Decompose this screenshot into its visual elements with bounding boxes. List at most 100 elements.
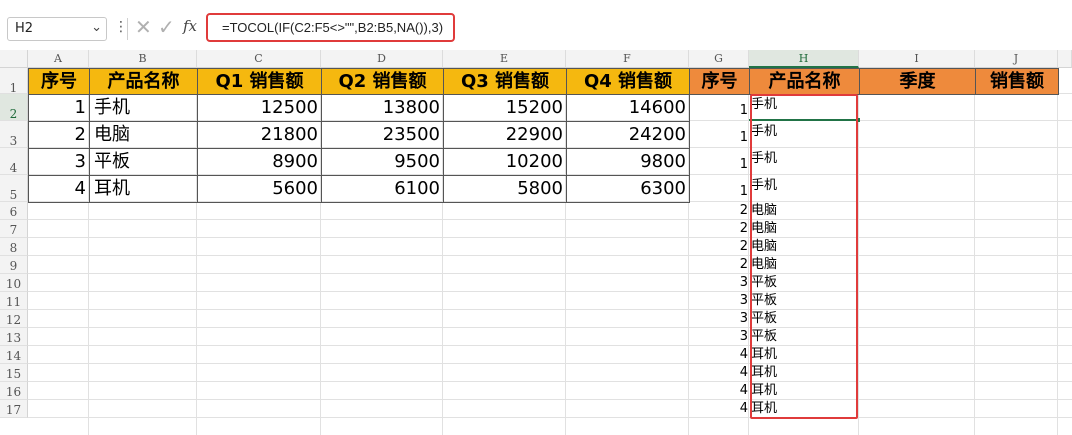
result-header-cell: 产品名称 — [749, 68, 860, 95]
result-cell-id[interactable]: 1 — [689, 175, 750, 203]
name-box[interactable]: H2 ⌄ — [7, 17, 107, 41]
source-cell-q2[interactable]: 23500 — [321, 121, 444, 149]
row-header-16[interactable]: 16 — [0, 382, 28, 400]
source-header-cell: Q4 销售额 — [566, 68, 690, 95]
vertical-dots-icon[interactable]: ⋮ — [114, 19, 128, 35]
source-cell-q2[interactable]: 6100 — [321, 175, 444, 203]
result-cell-id[interactable]: 2 — [689, 202, 750, 221]
result-cell-id[interactable]: 1 — [689, 148, 750, 176]
gridline-vertical — [974, 68, 975, 435]
source-cell-q4[interactable]: 9800 — [566, 148, 690, 176]
source-cell-q1[interactable]: 5600 — [197, 175, 322, 203]
column-header-d[interactable]: D — [321, 50, 443, 68]
column-header-filler — [1058, 50, 1072, 68]
source-header-cell: Q1 销售额 — [197, 68, 322, 95]
formula-input[interactable]: =TOCOL(IF(C2:F5<>"",B2:B5,NA()),3) — [206, 13, 455, 42]
result-cell-id[interactable]: 4 — [689, 382, 750, 401]
column-header-i[interactable]: I — [859, 50, 975, 68]
insert-function-icon[interactable]: fx — [183, 17, 197, 35]
row-header-9[interactable]: 9 — [0, 256, 28, 274]
result-cell-id[interactable]: 4 — [689, 346, 750, 365]
result-cell-id[interactable]: 1 — [689, 94, 750, 122]
source-cell-q1[interactable]: 21800 — [197, 121, 322, 149]
result-header-cell: 销售额 — [975, 68, 1059, 95]
gridline-horizontal — [28, 273, 1072, 274]
source-cell-q4[interactable]: 6300 — [566, 175, 690, 203]
source-cell-q3[interactable]: 15200 — [443, 94, 567, 122]
row-header-2[interactable]: 2 — [0, 94, 28, 121]
source-cell-name[interactable]: 手机 — [89, 94, 198, 122]
column-header-f[interactable]: F — [566, 50, 689, 68]
row-header-17[interactable]: 17 — [0, 400, 28, 418]
column-header-a[interactable]: A — [28, 50, 89, 68]
gridline-horizontal — [28, 363, 1072, 364]
formula-bar-divider — [127, 18, 128, 40]
source-cell-q3[interactable]: 10200 — [443, 148, 567, 176]
result-cell-id[interactable]: 2 — [689, 220, 750, 239]
row-header-4[interactable]: 4 — [0, 148, 28, 175]
row-header-10[interactable]: 10 — [0, 274, 28, 292]
row-header-8[interactable]: 8 — [0, 238, 28, 256]
result-cell-id[interactable]: 2 — [689, 238, 750, 257]
result-cell-id[interactable]: 1 — [689, 121, 750, 149]
source-header-cell: Q2 销售额 — [321, 68, 444, 95]
gridline-horizontal — [28, 309, 1072, 310]
cancel-icon[interactable]: ✕ — [135, 15, 152, 39]
row-header-7[interactable]: 7 — [0, 220, 28, 238]
row-header-1[interactable]: 1 — [0, 68, 28, 95]
column-header-h[interactable]: H — [749, 50, 859, 68]
source-cell-name[interactable]: 平板 — [89, 148, 198, 176]
result-cell-id[interactable]: 4 — [689, 400, 750, 419]
row-header-6[interactable]: 6 — [0, 202, 28, 220]
source-cell-q1[interactable]: 8900 — [197, 148, 322, 176]
source-cell-id[interactable]: 1 — [28, 94, 90, 122]
source-cell-id[interactable]: 3 — [28, 148, 90, 176]
result-cell-id[interactable]: 2 — [689, 256, 750, 275]
row-header-3[interactable]: 3 — [0, 121, 28, 148]
source-cell-q3[interactable]: 22900 — [443, 121, 567, 149]
gridline-horizontal — [28, 237, 1072, 238]
row-header-11[interactable]: 11 — [0, 292, 28, 310]
select-all-corner[interactable] — [0, 50, 28, 68]
result-cell-id[interactable]: 3 — [689, 328, 750, 347]
row-header-14[interactable]: 14 — [0, 346, 28, 364]
result-header-cell: 季度 — [859, 68, 976, 95]
result-cell-id[interactable]: 3 — [689, 292, 750, 311]
chevron-down-icon[interactable]: ⌄ — [91, 20, 102, 35]
source-cell-q4[interactable]: 24200 — [566, 121, 690, 149]
column-header-e[interactable]: E — [443, 50, 566, 68]
source-cell-q3[interactable]: 5800 — [443, 175, 567, 203]
gridline-horizontal — [28, 291, 1072, 292]
row-header-13[interactable]: 13 — [0, 328, 28, 346]
gridline-horizontal — [28, 255, 1072, 256]
column-header-c[interactable]: C — [197, 50, 321, 68]
source-cell-q2[interactable]: 9500 — [321, 148, 444, 176]
formula-text: =TOCOL(IF(C2:F5<>"",B2:B5,NA()),3) — [222, 20, 444, 35]
row-header-12[interactable]: 12 — [0, 310, 28, 328]
column-header-g[interactable]: G — [689, 50, 749, 68]
check-icon[interactable]: ✓ — [158, 15, 175, 39]
source-cell-q4[interactable]: 14600 — [566, 94, 690, 122]
source-header-cell: Q3 销售额 — [443, 68, 567, 95]
gridline-vertical — [1057, 68, 1058, 435]
column-header-b[interactable]: B — [89, 50, 197, 68]
gridline-horizontal — [28, 327, 1072, 328]
source-cell-name[interactable]: 电脑 — [89, 121, 198, 149]
source-header-cell: 产品名称 — [89, 68, 198, 95]
row-header-5[interactable]: 5 — [0, 175, 28, 202]
result-cell-id[interactable]: 4 — [689, 364, 750, 383]
source-header-cell: 序号 — [28, 68, 90, 95]
result-cell-id[interactable]: 3 — [689, 310, 750, 329]
gridline-horizontal — [28, 381, 1072, 382]
source-cell-q2[interactable]: 13800 — [321, 94, 444, 122]
result-header-cell: 序号 — [689, 68, 750, 95]
source-cell-q1[interactable]: 12500 — [197, 94, 322, 122]
result-cell-id[interactable]: 3 — [689, 274, 750, 293]
gridline-horizontal — [28, 345, 1072, 346]
row-header-15[interactable]: 15 — [0, 364, 28, 382]
formula-bar: H2 ⌄ ⋮ ✕ ✓ fx =TOCOL(IF(C2:F5<>"",B2:B5,… — [0, 0, 1072, 50]
source-cell-id[interactable]: 2 — [28, 121, 90, 149]
source-cell-name[interactable]: 耳机 — [89, 175, 198, 203]
source-cell-id[interactable]: 4 — [28, 175, 90, 203]
column-header-j[interactable]: J — [975, 50, 1058, 68]
